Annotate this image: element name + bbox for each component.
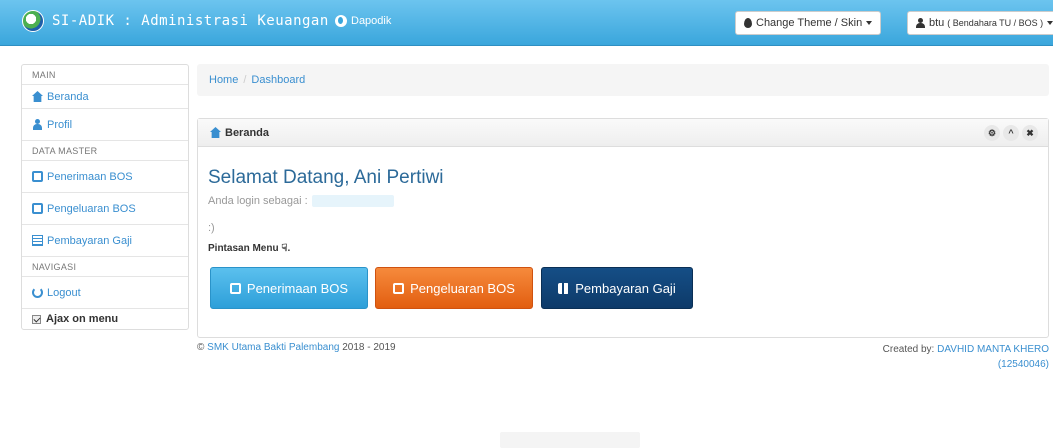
breadcrumb-home-link[interactable]: Home (209, 74, 238, 86)
footer-copyright: © SMK Utama Bakti Palembang 2018 - 2019 (197, 342, 396, 353)
sidebar-item-label: Profil (47, 118, 73, 131)
button-label: Pembayaran Gaji (575, 280, 676, 296)
sidebar-header-data-master: DATA MASTER (22, 141, 188, 161)
copyright-symbol: © (197, 342, 205, 353)
close-icon[interactable]: ✖ (1022, 125, 1038, 141)
sidebar-header-navigasi: NAVIGASI (22, 257, 188, 277)
home-icon (32, 91, 43, 102)
user-icon (916, 18, 925, 28)
sidebar-item-penerimaan-bos[interactable]: Penerimaan BOS (22, 161, 188, 193)
sidebar-item-profil[interactable]: Profil (22, 109, 188, 141)
breadcrumb-dashboard-link[interactable]: Dashboard (251, 74, 305, 86)
panel-title: Beranda (225, 126, 270, 139)
app-brand[interactable]: SI-ADIK : Administrasi Keuangan (22, 10, 329, 32)
globe-icon (335, 15, 347, 27)
shortcut-label: Pintasan Menu (208, 243, 279, 254)
sidebar-item-label: Penerimaan BOS (47, 170, 133, 183)
caret-down-icon (1047, 21, 1053, 25)
sidebar: MAIN Beranda Profil DATA MASTER Penerima… (21, 64, 189, 330)
list-alt-icon (32, 235, 43, 246)
app-title: SI-ADIK : Administrasi Keuangan (52, 13, 329, 29)
school-link[interactable]: SMK Utama Bakti Palembang (207, 342, 339, 353)
welcome-heading: Selamat Datang, Ani Pertiwi (208, 167, 444, 188)
collapse-icon[interactable]: ^ (1003, 125, 1019, 141)
created-by-label: Created by: (882, 344, 935, 355)
role-badge (311, 195, 394, 207)
panel-tools: ⚙ ^ ✖ (984, 125, 1038, 141)
author-id[interactable]: (12540046) (998, 359, 1049, 370)
pengeluaran-bos-button[interactable]: Pengeluaran BOS (375, 267, 533, 309)
ajax-label: Ajax on menu (46, 313, 119, 325)
settings-icon[interactable]: ⚙ (984, 125, 1000, 141)
pembayaran-gaji-button[interactable]: Pembayaran Gaji (541, 267, 693, 309)
sidebar-item-pembayaran-gaji[interactable]: Pembayaran Gaji (22, 225, 188, 257)
breadcrumb: Home / Dashboard (197, 64, 1049, 96)
change-theme-button[interactable]: Change Theme / Skin (735, 11, 882, 35)
check-square-icon (229, 282, 241, 294)
shortcut-heading: Pintasan Menu ☟. (208, 243, 290, 254)
user-name: btu (929, 17, 945, 29)
smile-text: :) (208, 222, 215, 234)
user-icon (32, 119, 43, 130)
panel-header: Beranda ⚙ ^ ✖ (198, 119, 1048, 147)
ajax-checkbox[interactable] (32, 314, 41, 324)
tint-icon (744, 18, 752, 28)
penerimaan-bos-button[interactable]: Penerimaan BOS (210, 267, 368, 309)
beranda-panel: Beranda ⚙ ^ ✖ Selamat Datang, Ani Pertiw… (197, 118, 1049, 338)
power-icon (32, 287, 43, 298)
login-as-label: Anda login sebagai : (208, 195, 308, 207)
sidebar-item-label: Beranda (47, 90, 89, 103)
share-square-icon (393, 282, 405, 294)
dapodik-label: Dapodik (351, 15, 392, 27)
sidebar-item-label: Logout (47, 286, 81, 299)
user-menu-button[interactable]: btu ( Bendahara TU / BOS ) (907, 11, 1053, 35)
dapodik-link[interactable]: Dapodik (335, 15, 391, 27)
home-icon (210, 127, 221, 138)
breadcrumb-separator: / (243, 74, 247, 86)
caret-down-icon (866, 21, 873, 25)
faded-toast (500, 432, 640, 448)
school-logo-icon (22, 10, 44, 32)
share-square-icon (32, 203, 43, 214)
sidebar-item-logout[interactable]: Logout (22, 277, 188, 309)
shortcut-suffix: . (287, 243, 291, 254)
footer-credit: Created by: DAVHID MANTA KHERO (12540046… (883, 342, 1049, 372)
login-as-text: Anda login sebagai : (208, 195, 394, 207)
sidebar-item-pengeluaran-bos[interactable]: Pengeluaran BOS (22, 193, 188, 225)
sidebar-item-label: Pembayaran Gaji (47, 234, 132, 247)
sidebar-header-main: MAIN (22, 65, 188, 85)
check-square-icon (32, 171, 43, 182)
button-label: Pengeluaran BOS (410, 280, 515, 296)
button-label: Penerimaan BOS (246, 280, 349, 296)
ajax-toggle[interactable]: Ajax on menu (22, 309, 188, 329)
sidebar-item-beranda[interactable]: Beranda (22, 85, 188, 109)
footer-years: 2018 - 2019 (342, 342, 396, 353)
change-theme-label: Change Theme / Skin (756, 17, 863, 29)
user-role: ( Bendahara TU / BOS ) (947, 18, 1044, 28)
sidebar-item-label: Pengeluaran BOS (47, 202, 136, 215)
top-navbar: SI-ADIK : Administrasi Keuangan Dapodik … (0, 0, 1053, 46)
users-icon (558, 282, 570, 294)
author-link[interactable]: DAVHID MANTA KHERO (937, 344, 1049, 355)
